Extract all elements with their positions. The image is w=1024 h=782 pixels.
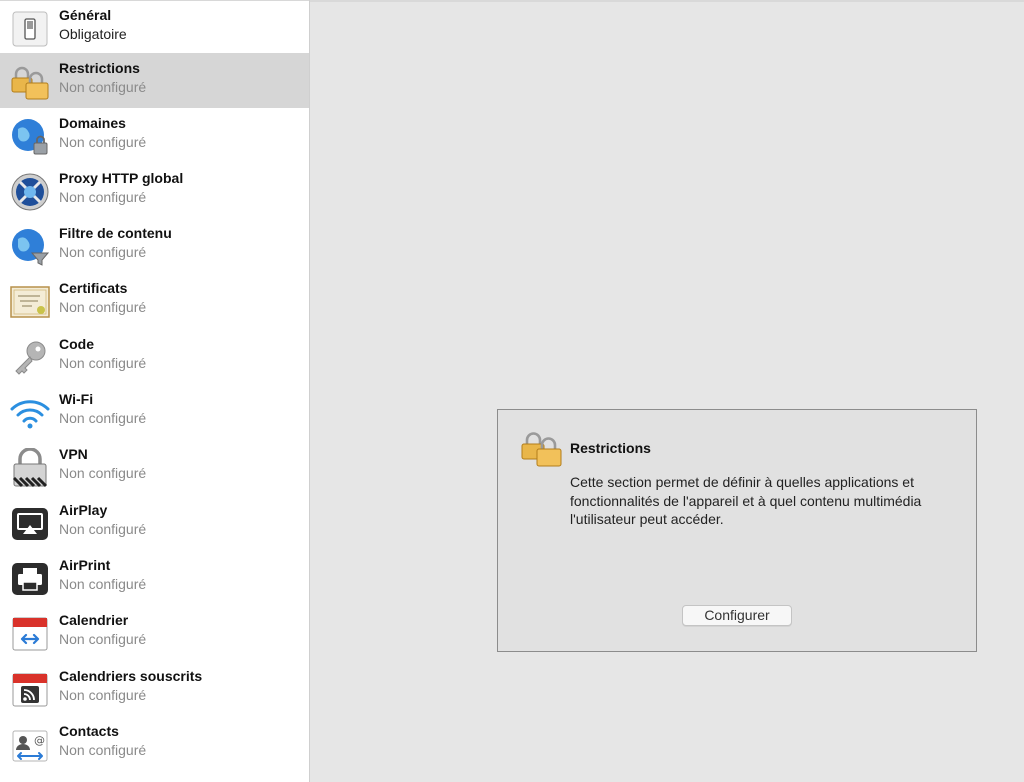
airplay-icon (10, 504, 50, 544)
sidebar-item-calendriers-souscrits[interactable]: Calendriers souscrits Non configuré (0, 661, 309, 716)
general-switch-icon (10, 9, 50, 49)
sidebar-item-airprint[interactable]: AirPrint Non configuré (0, 550, 309, 605)
sidebar-item-status: Non configuré (59, 521, 147, 537)
sidebar-item-title: Certificats (59, 280, 128, 296)
sidebar-item-status: Non configuré (59, 742, 147, 758)
sidebar-item-title: VPN (59, 446, 88, 462)
svg-text:@: @ (34, 734, 45, 747)
sidebar-item-domaines[interactable]: Domaines Non configuré (0, 108, 309, 163)
sidebar-item-code[interactable]: Code Non configuré (0, 329, 309, 384)
padlocks-icon (10, 62, 50, 102)
sidebar-item-title: Code (59, 336, 94, 352)
calendar-icon (10, 614, 50, 654)
sidebar-item-title: Calendrier (59, 612, 129, 628)
printer-icon (10, 559, 50, 599)
contacts-icon: @ (10, 725, 50, 765)
sidebar-item-status: Non configuré (59, 576, 147, 592)
sidebar-item-proxy[interactable]: Proxy HTTP global Non configuré (0, 163, 309, 218)
proxy-globe-icon (10, 172, 50, 212)
sidebar-item-title: Proxy HTTP global (59, 170, 184, 186)
sidebar-item-status: Non configuré (59, 244, 147, 260)
sidebar-item-status: Non configuré (59, 79, 147, 95)
panel-description: Cette section permet de définir à quelle… (570, 474, 922, 527)
sidebar-item-title: Filtre de contenu (59, 225, 172, 241)
sidebar-item-status: Non configuré (59, 134, 147, 150)
sidebar-item-vpn[interactable]: VPN Non configuré (0, 439, 309, 494)
sidebar-item-calendrier[interactable]: Calendrier Non configuré (0, 605, 309, 660)
sidebar-item-status: Non configuré (59, 465, 147, 481)
subscribed-calendar-icon (10, 670, 50, 710)
payload-sidebar: Général Obligatoire Restrictions Non con… (0, 0, 310, 782)
sidebar-item-title: Wi-Fi (59, 391, 94, 407)
sidebar-item-contacts[interactable]: @ Contacts Non configuré (0, 716, 309, 771)
sidebar-item-certificats[interactable]: Certificats Non configuré (0, 273, 309, 328)
sidebar-item-title: Restrictions (59, 60, 140, 76)
sidebar-item-status: Non configuré (59, 631, 147, 647)
sidebar-item-filtre-contenu[interactable]: Filtre de contenu Non configuré (0, 218, 309, 273)
sidebar-item-general[interactable]: Général Obligatoire (0, 0, 309, 55)
sidebar-item-status: Obligatoire (59, 26, 127, 42)
sidebar-item-title: Général (59, 7, 112, 23)
certificate-icon (10, 282, 50, 322)
sidebar-item-restrictions[interactable]: Restrictions Non configuré (0, 53, 309, 108)
sidebar-item-wifi[interactable]: Wi-Fi Non configuré (0, 384, 309, 439)
sidebar-item-title: Contacts (59, 723, 119, 739)
sidebar-item-title: AirPlay (59, 502, 108, 518)
sidebar-item-title: Calendriers souscrits (59, 668, 203, 684)
padlocks-icon (520, 428, 564, 468)
sidebar-item-airplay[interactable]: AirPlay Non configuré (0, 495, 309, 550)
globe-filter-icon (10, 227, 50, 267)
detail-area (310, 0, 1024, 782)
vpn-lock-icon (10, 448, 50, 488)
sidebar-item-title: Domaines (59, 115, 126, 131)
wifi-icon (10, 393, 50, 433)
sidebar-item-status: Non configuré (59, 355, 147, 371)
restrictions-info-panel: Restrictions Cette section permet de déf… (497, 409, 977, 652)
sidebar-item-status: Non configuré (59, 299, 147, 315)
globe-lock-icon (10, 117, 50, 157)
sidebar-item-status: Non configuré (59, 410, 147, 426)
sidebar-item-status: Non configuré (59, 189, 147, 205)
configure-button[interactable]: Configurer (682, 605, 792, 626)
key-icon (10, 338, 50, 378)
detail-top-divider (310, 0, 1024, 2)
panel-title: Restrictions (570, 440, 651, 456)
sidebar-item-status: Non configuré (59, 687, 147, 703)
sidebar-item-title: AirPrint (59, 557, 111, 573)
